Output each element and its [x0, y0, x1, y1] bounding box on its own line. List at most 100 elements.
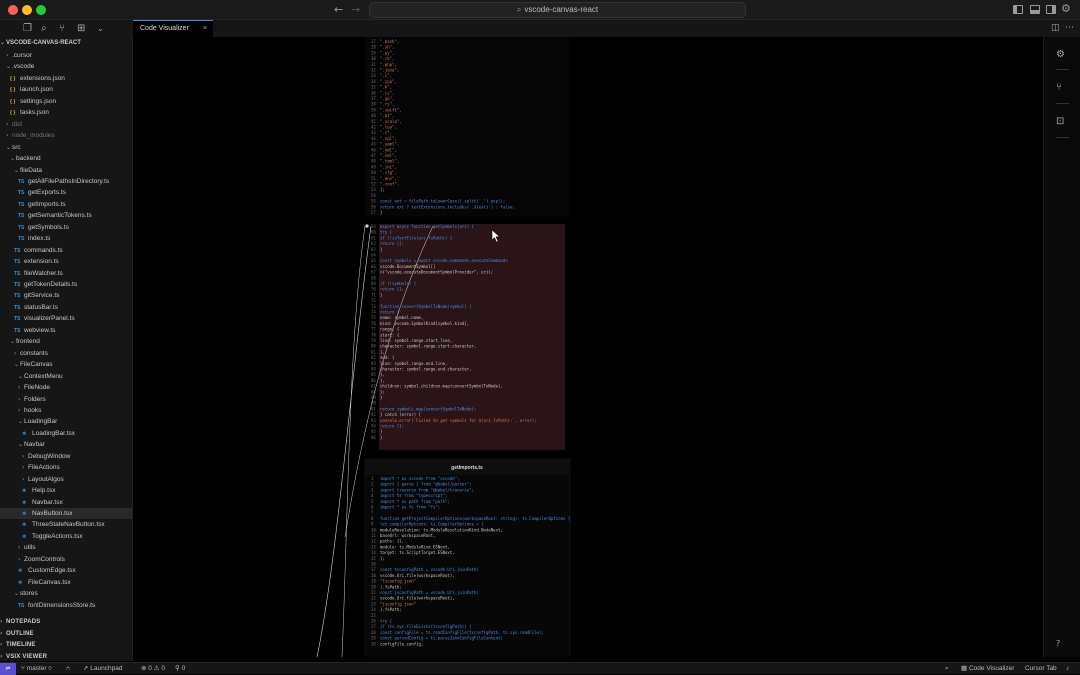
tree-item-label: commands.ts: [24, 246, 63, 254]
tsx-file-icon: ⚛: [22, 499, 27, 506]
tree-file[interactable]: TS gitService.ts: [0, 290, 132, 301]
settings-gear-icon[interactable]: ⚙: [1061, 2, 1071, 15]
sidebar-section-notepads[interactable]: › NOTEPADS: [0, 616, 132, 627]
tree-file[interactable]: TS visualizerPanel.ts: [0, 313, 132, 324]
tree-file[interactable]: TS getTokenDetails.ts: [0, 279, 132, 290]
tree-file[interactable]: ⚛ Navbar.tsx: [0, 497, 132, 508]
toggle-secondary-sidebar-icon[interactable]: [1046, 5, 1056, 14]
tree-file[interactable]: TS fileWatcher.ts: [0, 268, 132, 279]
help-icon[interactable]: ?: [1056, 639, 1060, 648]
tree-folder[interactable]: ⌄src: [0, 142, 132, 153]
tree-file[interactable]: TS getImports.ts: [0, 199, 132, 210]
chevron-down-icon[interactable]: ⌄: [97, 24, 104, 33]
tree-folder[interactable]: ⌄ContextMenu: [0, 371, 132, 382]
tree-file[interactable]: ⚛ ToggleActions.tsx: [0, 531, 132, 542]
tree-folder[interactable]: › FileNode: [0, 382, 132, 393]
tree-file[interactable]: TS getAllFilePathsInDirectory.ts: [0, 176, 132, 187]
code-line: function convertSymbolToNode(symbol) {: [380, 304, 472, 309]
tree-file[interactable]: ⚛ LoadingBar.tsx: [0, 428, 132, 439]
tree-folder[interactable]: › node_modules: [0, 130, 132, 141]
line-number: 10: [371, 527, 376, 532]
problems-indicator[interactable]: ⊗ 0 ⚠ 0: [141, 663, 165, 675]
settings-icon[interactable]: ⚙: [1056, 49, 1065, 60]
tree-file[interactable]: TS extension.ts: [0, 256, 132, 267]
tree-file[interactable]: TS commands.ts: [0, 245, 132, 256]
zoom-icon[interactable]: ⌕: [945, 663, 949, 675]
tree-folder[interactable]: ⌄FileCanvas: [0, 359, 132, 370]
sidebar-section-timeline[interactable]: › TIMELINE: [0, 639, 132, 650]
sidebar-section-outline[interactable]: › OUTLINE: [0, 628, 132, 639]
tab-code-visualizer[interactable]: Code Visualizer ×: [133, 20, 213, 37]
notifications-bell-icon[interactable]: ♪: [1066, 663, 1069, 675]
tree-folder[interactable]: › .cursor: [0, 50, 132, 61]
code-line: >("vscode.executeDocumentSymbolProvider"…: [380, 270, 493, 275]
command-center-search[interactable]: ⌕ vscode-canvas-react: [369, 2, 746, 18]
tree-folder[interactable]: › constants: [0, 348, 132, 359]
tree-folder[interactable]: › dist: [0, 119, 132, 130]
tree-folder[interactable]: ⌄frontend: [0, 336, 132, 347]
explorer-root-folder[interactable]: ⌄VSCODE-CANVAS-REACT: [0, 39, 81, 46]
tree-folder[interactable]: › FileActions: [0, 462, 132, 473]
tree-file[interactable]: ⚛ FileCanvas.tsx: [0, 577, 132, 588]
ports-indicator[interactable]: ⚲ 0: [175, 663, 185, 675]
tree-file[interactable]: TS statusBar.ts: [0, 302, 132, 313]
ts-file-icon: TS: [18, 201, 25, 208]
search-icon[interactable]: ⌕: [41, 23, 47, 34]
folder-search-icon[interactable]: ⊡: [1056, 116, 1064, 127]
tree-file[interactable]: TS fontDimensionsStore.ts: [0, 600, 132, 611]
tree-file[interactable]: TS index.ts: [0, 233, 132, 244]
tree-folder[interactable]: › Folders: [0, 394, 132, 405]
launchpad-button[interactable]: ➚ Launchpad: [83, 663, 122, 675]
source-control-icon[interactable]: ⑂: [59, 23, 65, 34]
code-line: };: [380, 389, 385, 394]
tree-folder[interactable]: ⌄fileData: [0, 165, 132, 176]
tree-folder[interactable]: ⌄stores: [0, 588, 132, 599]
tree-file[interactable]: ⚛ CustomEdge.tsx: [0, 565, 132, 576]
tree-file[interactable]: TS getExports.ts: [0, 187, 132, 198]
toggle-panel-icon[interactable]: [1030, 5, 1040, 14]
tree-folder[interactable]: ⌄Navbar: [0, 439, 132, 450]
forward-arrow-icon[interactable]: →: [351, 3, 360, 16]
tree-folder[interactable]: › utils: [0, 542, 132, 553]
tree-folder[interactable]: › LayoutAlgos: [0, 474, 132, 485]
minimize-window-button[interactable]: [22, 5, 32, 15]
extensions-icon[interactable]: ⊞: [77, 23, 85, 34]
code-line: },: [380, 349, 385, 354]
line-number: 55: [371, 199, 376, 204]
tree-folder[interactable]: › hooks: [0, 405, 132, 416]
tree-folder[interactable]: ⌄.vscode: [0, 61, 132, 72]
tree-folder[interactable]: › DebugWindow: [0, 451, 132, 462]
toggle-primary-sidebar-icon[interactable]: [1013, 5, 1023, 14]
tree-file[interactable]: { } settings.json: [0, 96, 132, 107]
line-number: 49: [371, 164, 376, 169]
tree-file[interactable]: TS getSymbols.ts: [0, 222, 132, 233]
tree-folder[interactable]: ⌄backend: [0, 153, 132, 164]
tree-file[interactable]: TS getSemanticTokens.ts: [0, 210, 132, 221]
close-icon[interactable]: ×: [203, 21, 207, 37]
explorer-icon[interactable]: ❐: [23, 23, 32, 34]
branch-indicator[interactable]: ⑂ master ⟳: [21, 663, 52, 675]
sidebar-section-vsix-viewer[interactable]: › VSIX VIEWER: [0, 651, 132, 662]
source-control-graph-icon[interactable]: ⑃: [66, 663, 70, 675]
maximize-window-button[interactable]: [36, 5, 46, 15]
tree-file[interactable]: ⚛ ThreeStateNavButton.tsx: [0, 519, 132, 530]
code-line: console.error(`Failed to get symbols for…: [380, 418, 537, 423]
tree-file[interactable]: { } launch.json: [0, 84, 132, 95]
tree-file[interactable]: TS webview.ts: [0, 325, 132, 336]
tree-file[interactable]: ⚛ Help.tsx: [0, 485, 132, 496]
git-branch-icon[interactable]: ⑂: [1056, 82, 1062, 93]
tree-file[interactable]: ⚛ NavButton.tsx: [0, 508, 132, 519]
remote-indicator-icon[interactable]: ⇌: [0, 663, 16, 675]
tree-file[interactable]: { } tasks.json: [0, 107, 132, 118]
split-editor-icon[interactable]: ◫: [1051, 23, 1060, 33]
cursor-tab-status[interactable]: Cursor Tab: [1025, 663, 1057, 675]
tree-folder[interactable]: › ZoomControls: [0, 554, 132, 565]
close-window-button[interactable]: [8, 5, 18, 15]
code-visualizer-canvas[interactable]: 27 ".bash", 28 ".sh", 29 ".py", 30 ".rb", 31 ".ph…: [133, 37, 1043, 657]
back-arrow-icon[interactable]: ←: [334, 3, 343, 16]
code-visualizer-status[interactable]: ▦ Code Visualizer: [961, 663, 1014, 675]
tree-file[interactable]: { } extensions.json: [0, 73, 132, 84]
ts-file-icon: TS: [14, 316, 21, 323]
more-actions-icon[interactable]: ⋯: [1065, 23, 1074, 33]
tree-folder[interactable]: ⌄LoadingBar: [0, 416, 132, 427]
